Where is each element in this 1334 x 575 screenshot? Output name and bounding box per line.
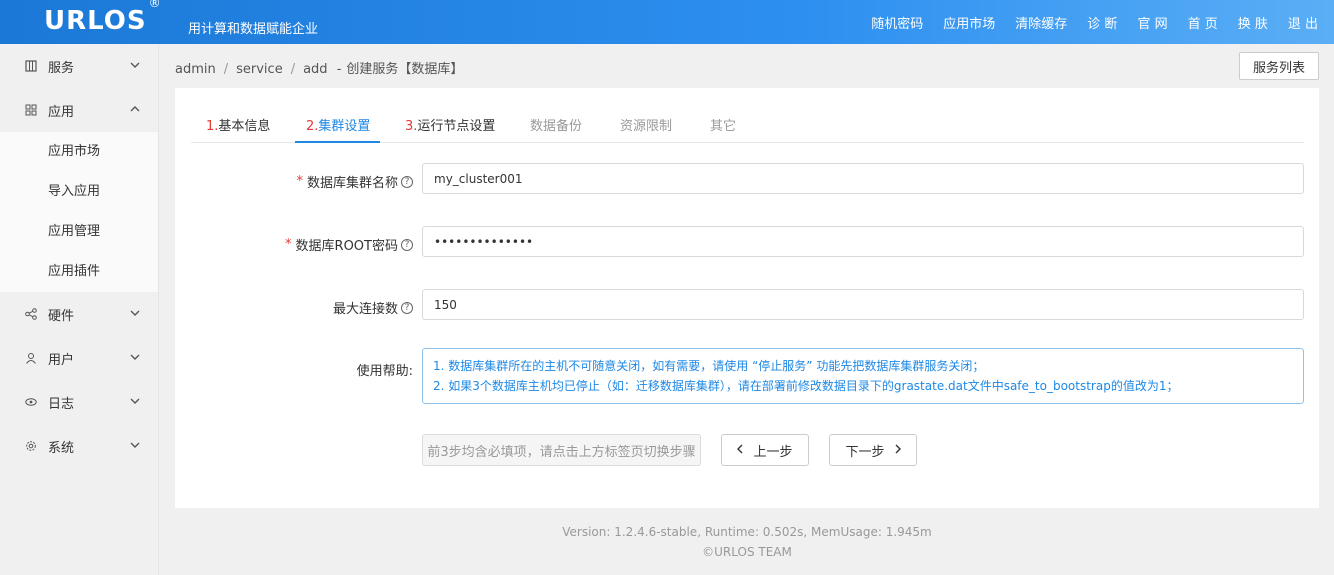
tab-basic-info[interactable]: 1.基本信息 bbox=[206, 115, 270, 134]
sidebar-item-hardware[interactable]: 硬件 bbox=[0, 292, 158, 336]
gear-icon bbox=[24, 439, 38, 453]
active-tab-indicator bbox=[295, 141, 380, 143]
question-icon[interactable]: ? bbox=[401, 175, 413, 188]
sidebar-item-label: 服务 bbox=[48, 60, 75, 76]
breadcrumb-add: add bbox=[303, 62, 328, 77]
tab-cluster-settings[interactable]: 2.集群设置 bbox=[306, 115, 370, 134]
chevron-down-icon bbox=[128, 438, 142, 452]
sidebar-item-service[interactable]: 服务 bbox=[0, 44, 158, 88]
sidebar-item-users[interactable]: 用户 bbox=[0, 336, 158, 380]
nav-random-password[interactable]: 随机密码 bbox=[871, 13, 923, 32]
question-icon[interactable]: ? bbox=[401, 238, 413, 251]
chevron-down-icon bbox=[128, 394, 142, 408]
service-list-button[interactable]: 服务列表 bbox=[1239, 52, 1319, 80]
chevron-down-icon bbox=[128, 58, 142, 72]
user-icon bbox=[24, 351, 38, 365]
chevron-right-icon bbox=[895, 443, 901, 458]
chevron-left-icon bbox=[737, 443, 743, 458]
root-password-input[interactable] bbox=[422, 226, 1304, 257]
help-box: 1. 数据库集群所在的主机不可随意关闭，如有需要，请使用 “停止服务” 功能先把… bbox=[422, 348, 1304, 404]
breadcrumb-admin[interactable]: admin bbox=[175, 62, 216, 77]
max-connections-label: 最大连接数? bbox=[333, 298, 413, 317]
help-line-1: 1. 数据库集群所在的主机不可随意关闭，如有需要，请使用 “停止服务” 功能先把… bbox=[433, 359, 985, 373]
chevron-down-icon bbox=[128, 350, 142, 364]
breadcrumb: admin / service / add - 创建服务【数据库】 bbox=[175, 62, 464, 77]
sidebar-item-label: 硬件 bbox=[48, 308, 75, 324]
sidebar-item-apps[interactable]: 应用 bbox=[0, 88, 158, 132]
tab-node-settings[interactable]: 3.运行节点设置 bbox=[405, 115, 495, 134]
breadcrumb-dash: - bbox=[336, 62, 342, 77]
top-header: URLOS® 用计算和数据赋能企业 随机密码 应用市场 清除缓存 诊 断 官 网… bbox=[0, 0, 1334, 44]
eye-icon bbox=[24, 395, 38, 409]
nav-diagnose[interactable]: 诊 断 bbox=[1087, 13, 1117, 32]
footer-version: Version: 1.2.4.6-stable, Runtime: 0.502s… bbox=[562, 525, 932, 539]
next-step-button[interactable]: 下一步 bbox=[829, 434, 917, 466]
tab-resource-limits[interactable]: 资源限制 bbox=[620, 115, 672, 134]
apps-submenu: 应用市场 导入应用 应用管理 应用插件 bbox=[0, 132, 158, 292]
nav-logout[interactable]: 退 出 bbox=[1288, 13, 1318, 32]
tab-data-backup[interactable]: 数据备份 bbox=[530, 115, 582, 134]
form-card: 1.基本信息 2.集群设置 3.运行节点设置 数据备份 资源限制 其它 * 数据库… bbox=[175, 88, 1319, 508]
breadcrumb-service[interactable]: service bbox=[236, 62, 283, 77]
nav-home[interactable]: 首 页 bbox=[1188, 13, 1218, 32]
root-password-label: * 数据库ROOT密码? bbox=[285, 235, 413, 254]
step-tabs: 1.基本信息 2.集群设置 3.运行节点设置 数据备份 资源限制 其它 bbox=[191, 106, 1304, 143]
cluster-name-input[interactable] bbox=[422, 163, 1304, 194]
footer-copyright: ©URLOS TEAM bbox=[702, 545, 792, 559]
help-line-2: 2. 如果3个数据库主机均已停止（如：迁移数据库集群），请在部署前修改数据目录下… bbox=[433, 379, 1179, 393]
slogan: 用计算和数据赋能企业 bbox=[188, 22, 319, 37]
share-icon bbox=[24, 307, 38, 321]
chevron-down-icon bbox=[128, 306, 142, 320]
logo[interactable]: URLOS® bbox=[44, 0, 162, 36]
sidebar-subitem-app-manage[interactable]: 应用管理 bbox=[0, 212, 158, 252]
question-icon[interactable]: ? bbox=[401, 301, 413, 314]
top-nav: 随机密码 应用市场 清除缓存 诊 断 官 网 首 页 换 肤 退 出 bbox=[851, 0, 1318, 44]
nav-skin[interactable]: 换 肤 bbox=[1238, 13, 1268, 32]
sidebar-subitem-import-app[interactable]: 导入应用 bbox=[0, 172, 158, 212]
sidebar-item-label: 应用 bbox=[48, 104, 75, 120]
required-steps-hint-button[interactable]: 前3步均含必填项，请点击上方标签页切换步骤 bbox=[422, 434, 701, 466]
sidebar-subitem-app-market[interactable]: 应用市场 bbox=[0, 132, 158, 172]
nav-clear-cache[interactable]: 清除缓存 bbox=[1015, 13, 1067, 32]
sidebar-subitem-app-plugins[interactable]: 应用插件 bbox=[0, 252, 158, 292]
nav-app-market[interactable]: 应用市场 bbox=[943, 13, 995, 32]
sidebar-item-logs[interactable]: 日志 bbox=[0, 380, 158, 424]
sidebar-item-label: 日志 bbox=[48, 396, 75, 412]
sidebar-item-label: 用户 bbox=[48, 352, 75, 368]
tab-other[interactable]: 其它 bbox=[710, 115, 736, 134]
sidebar-item-system[interactable]: 系统 bbox=[0, 424, 158, 468]
breadcrumb-bar: admin / service / add - 创建服务【数据库】 服务列表 bbox=[160, 44, 1334, 88]
cluster-name-label: * 数据库集群名称? bbox=[296, 172, 413, 191]
sidebar-item-label: 系统 bbox=[48, 440, 75, 456]
prev-step-button[interactable]: 上一步 bbox=[721, 434, 809, 466]
max-connections-input[interactable] bbox=[422, 289, 1304, 320]
sidebar: 服务 应用 应用市场 导入应用 应用管理 应用插件 硬件 用户 日志 系统 bbox=[0, 44, 159, 575]
page-title: 创建服务【数据库】 bbox=[346, 62, 464, 77]
apps-icon bbox=[24, 103, 38, 117]
nav-official-site[interactable]: 官 网 bbox=[1137, 13, 1167, 32]
help-label: 使用帮助: bbox=[356, 364, 413, 379]
grid-icon bbox=[24, 59, 38, 73]
chevron-up-icon bbox=[128, 102, 142, 116]
